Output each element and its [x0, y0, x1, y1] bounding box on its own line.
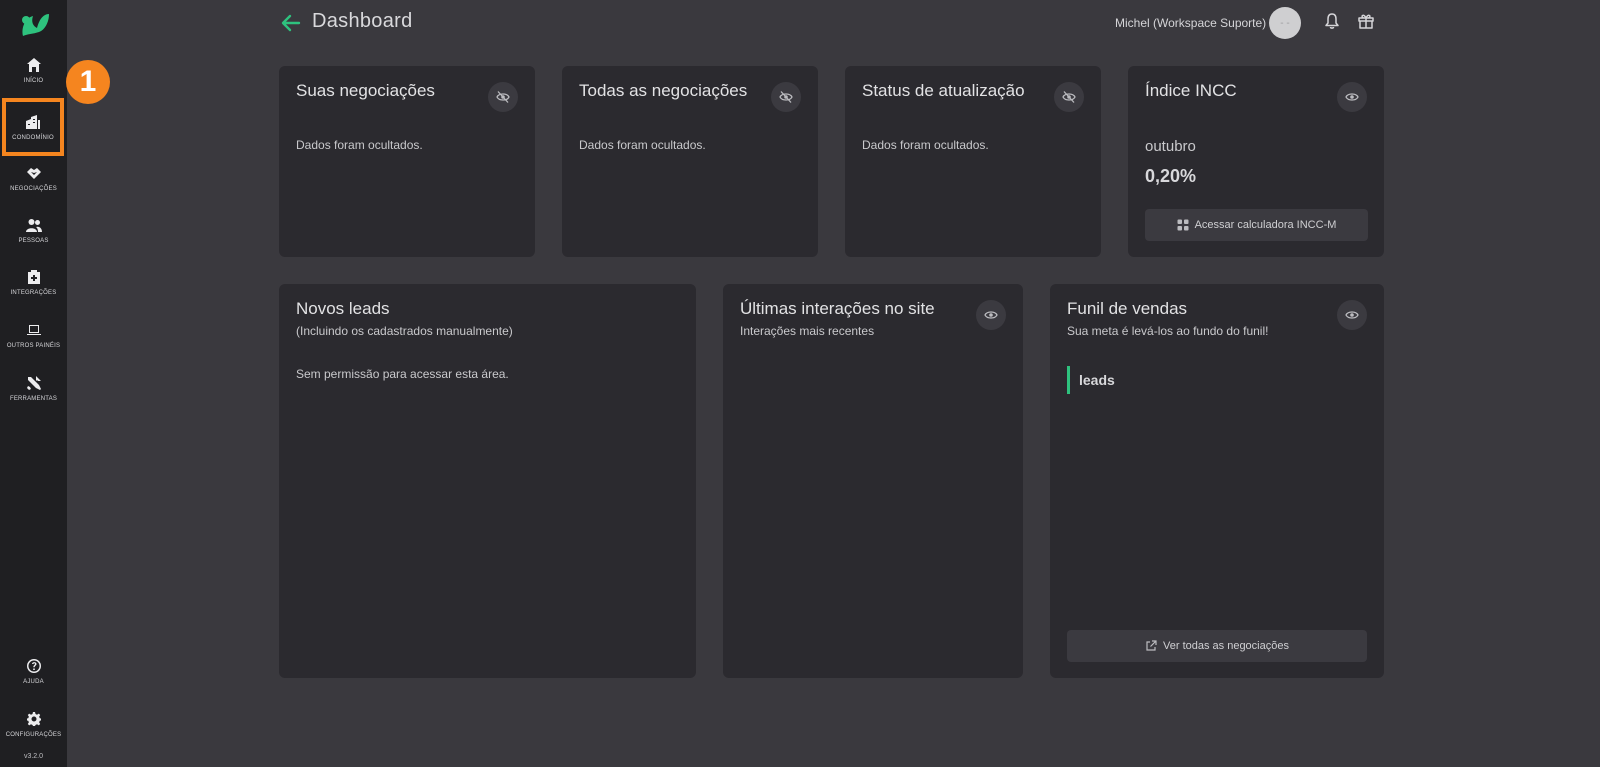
toggle-visibility-button[interactable] — [1337, 300, 1367, 330]
toggle-visibility-button[interactable] — [1054, 82, 1084, 112]
calculator-icon — [1177, 219, 1189, 231]
sidebar-item-label: NEGOCIAÇÕES — [10, 185, 57, 192]
avatar[interactable]: - - — [1269, 7, 1301, 39]
sidebar-item-label: INTEGRAÇÕES — [10, 289, 57, 296]
view-all-deals-button[interactable]: Ver todas as negociações — [1067, 630, 1367, 662]
card-title: Últimas interações no site — [740, 299, 935, 318]
card-subtitle: Interações mais recentes — [740, 324, 875, 338]
card-indice-incc: Índice INCC outubro 0,20% Acessar calcul… — [1128, 66, 1384, 257]
card-novos-leads: Novos leads (Incluindo os cadastrados ma… — [279, 284, 696, 678]
eye-icon — [1345, 311, 1359, 319]
user-name[interactable]: Michel (Workspace Suporte) — [1115, 16, 1266, 30]
gift-icon[interactable] — [1357, 12, 1375, 30]
sidebar-item-integracoes[interactable]: INTEGRAÇÕES — [0, 258, 67, 306]
sidebar: INÍCIO CONDOMÍNIO NEGOCIAÇÕES PESSOAS IN… — [0, 0, 67, 767]
laptop-icon — [26, 324, 41, 335]
sidebar-item-configuracoes[interactable]: CONFIGURAÇÕES — [0, 700, 67, 748]
card-title: Todas as negociações — [579, 81, 748, 100]
step-badge: 1 — [66, 60, 110, 104]
toggle-visibility-button[interactable] — [976, 300, 1006, 330]
card-subtitle: (Incluindo os cadastrados manualmente) — [296, 324, 513, 338]
no-permission-text: Sem permissão para acessar esta área. — [296, 367, 509, 381]
app-version: v3.2.0 — [23, 753, 44, 760]
card-ultimas-interacoes: Últimas interações no site Interações ma… — [723, 284, 1023, 678]
card-funil-vendas: Funil de vendas Sua meta é levá-los ao f… — [1050, 284, 1384, 678]
incc-value: 0,20% — [1145, 166, 1197, 186]
bell-icon[interactable] — [1323, 12, 1341, 30]
home-icon — [26, 57, 41, 72]
card-suas-negociacoes: Suas negociações Dados foram ocultados. — [279, 66, 535, 257]
card-title: Novos leads — [296, 299, 390, 318]
logo-icon[interactable] — [17, 10, 51, 38]
sidebar-item-ajuda[interactable]: AJUDA — [0, 647, 67, 695]
sidebar-item-label: AJUDA — [23, 678, 44, 685]
sidebar-item-ferramentas[interactable]: FERRAMENTAS — [0, 364, 67, 412]
sidebar-item-label: PESSOAS — [18, 237, 49, 244]
incc-calculator-button[interactable]: Acessar calculadora INCC-M — [1145, 209, 1368, 241]
button-label: Acessar calculadora INCC-M — [1194, 219, 1337, 231]
sidebar-item-outros-paineis[interactable]: OUTROS PAINÉIS — [0, 311, 67, 359]
card-title: Índice INCC — [1145, 81, 1237, 100]
hidden-data-text: Dados foram ocultados. — [296, 138, 423, 152]
page-title: Dashboard — [312, 10, 413, 32]
sidebar-item-label: CONDOMÍNIO — [12, 134, 54, 141]
funnel-stage-leads[interactable]: leads — [1067, 366, 1115, 394]
sidebar-item-label: FERRAMENTAS — [9, 395, 58, 402]
card-todas-negociacoes: Todas as negociações Dados foram ocultad… — [562, 66, 818, 257]
building-icon — [26, 114, 40, 129]
back-arrow-icon[interactable] — [280, 12, 302, 34]
sidebar-item-label: INÍCIO — [23, 77, 44, 84]
eye-off-icon — [1062, 91, 1076, 103]
sidebar-item-negociacoes[interactable]: NEGOCIAÇÕES — [0, 154, 67, 202]
sidebar-item-label: CONFIGURAÇÕES — [5, 731, 62, 738]
eye-off-icon — [496, 91, 510, 103]
hidden-data-text: Dados foram ocultados. — [579, 138, 706, 152]
hidden-data-text: Dados foram ocultados. — [862, 138, 989, 152]
people-icon — [25, 218, 42, 232]
external-link-icon — [1146, 640, 1157, 651]
sidebar-item-condominio[interactable]: CONDOMÍNIO — [2, 98, 64, 156]
gear-icon — [26, 711, 41, 726]
toggle-visibility-button[interactable] — [488, 82, 518, 112]
card-status-atualizacao: Status de atualização Dados foram oculta… — [845, 66, 1101, 257]
help-icon — [26, 658, 41, 673]
tools-icon — [26, 375, 41, 390]
sidebar-item-pessoas[interactable]: PESSOAS — [0, 206, 67, 254]
card-title: Funil de vendas — [1067, 299, 1188, 318]
eye-icon — [1345, 93, 1359, 101]
card-title: Suas negociações — [296, 81, 435, 100]
incc-month: outubro — [1145, 138, 1196, 155]
handshake-icon — [26, 167, 41, 179]
integrations-icon — [27, 269, 40, 284]
toggle-visibility-button[interactable] — [771, 82, 801, 112]
eye-icon — [984, 311, 998, 319]
button-label: Ver todas as negociações — [1163, 640, 1289, 652]
card-title: Status de atualização — [862, 81, 1025, 100]
toggle-visibility-button[interactable] — [1337, 82, 1367, 112]
card-subtitle: Sua meta é levá-los ao fundo do funil! — [1067, 324, 1269, 338]
sidebar-item-label: OUTROS PAINÉIS — [6, 342, 61, 349]
eye-off-icon — [779, 91, 793, 103]
sidebar-item-inicio[interactable]: INÍCIO — [0, 46, 67, 94]
